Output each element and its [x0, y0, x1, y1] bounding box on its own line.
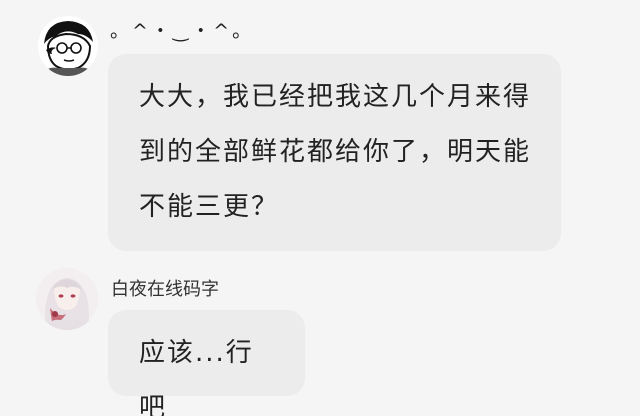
cartoon-face-avatar-icon[interactable]	[38, 16, 98, 76]
message-text: 大大，我已经把我这几个月来得到的全部鲜花都给你了，明天能不能三更？	[139, 82, 532, 222]
message-bubble: 应该...行吧	[108, 310, 305, 416]
sender-name[interactable]: 白夜在线码字	[111, 275, 219, 301]
message-text: 应该...行吧	[139, 338, 254, 416]
sender-name[interactable]: 。^・‿・^。	[110, 16, 254, 43]
anime-girl-avatar-icon[interactable]	[36, 268, 98, 330]
chat-thread: 。^・‿・^。 大大，我已经把我这几个月来得到的全部鲜花都给你了，明天能不能三更…	[0, 0, 640, 416]
message-bubble: 大大，我已经把我这几个月来得到的全部鲜花都给你了，明天能不能三更？	[108, 54, 561, 251]
